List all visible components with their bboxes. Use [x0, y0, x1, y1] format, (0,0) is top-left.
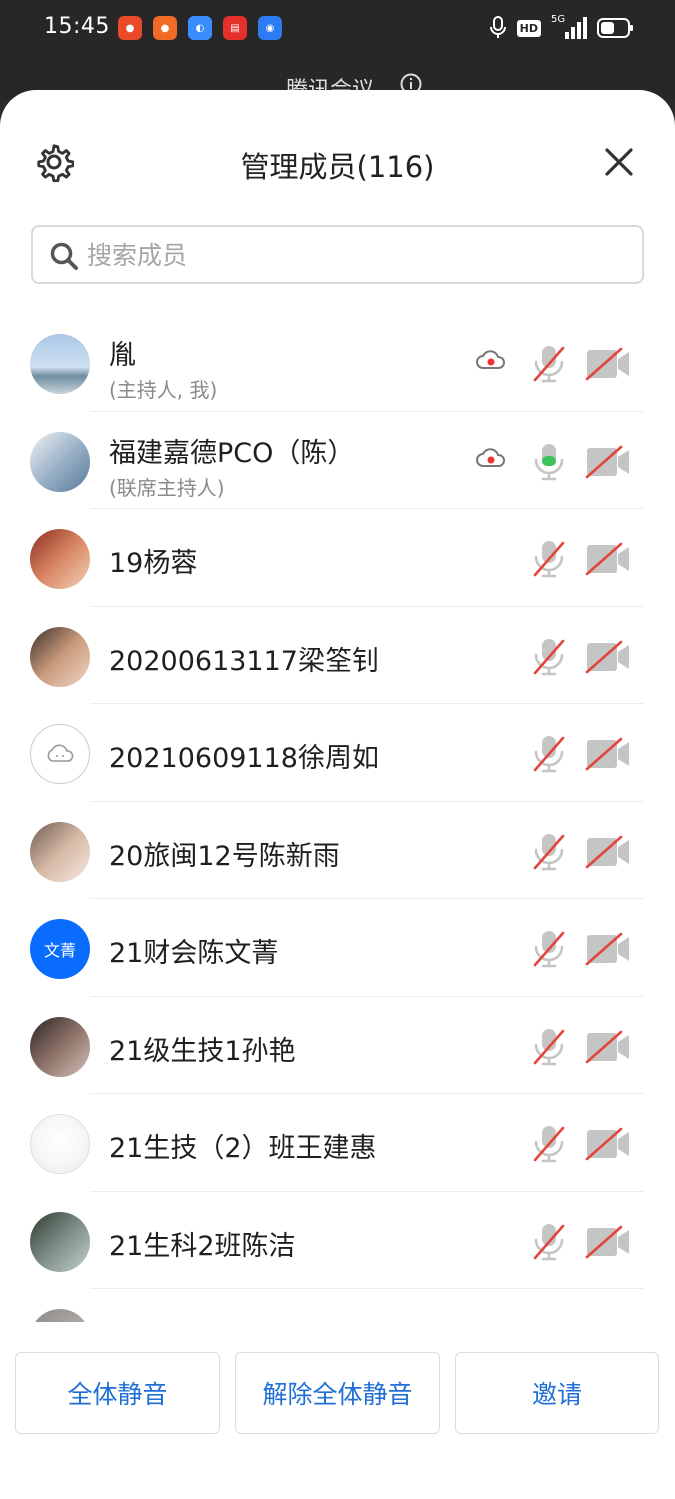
avatar-initials: 文菁 [43, 941, 76, 960]
camera-off-icon[interactable] [585, 737, 631, 771]
member-name: 20210609118徐周如 [109, 743, 379, 774]
search-input[interactable] [87, 235, 627, 275]
camera-off-icon[interactable] [585, 1127, 631, 1161]
camera-off-icon[interactable] [585, 445, 631, 479]
member-name: 21生技（2）班王建惠 [109, 1133, 377, 1164]
member-role: (联席主持人) [109, 475, 225, 500]
invite-button[interactable]: 邀请 [455, 1352, 659, 1434]
camera-off-icon[interactable] [585, 1030, 631, 1064]
camera-off-icon[interactable] [585, 542, 631, 576]
microphone-muted-icon[interactable] [531, 1027, 567, 1067]
member-name: 胤 [109, 340, 136, 371]
member-row[interactable]: 21级生技1孙艳 [0, 997, 675, 1094]
member-name: 21级生技1孙艳 [109, 1035, 296, 1067]
system-icons: HD 5G [489, 14, 635, 40]
member-avatar: 文菁 [30, 919, 90, 979]
microphone-status-icon [489, 16, 506, 38]
member-avatar [30, 1114, 90, 1174]
member-row-partial[interactable] [0, 1289, 675, 1322]
battery-icon [597, 18, 633, 38]
unmute-all-button[interactable]: 解除全体静音 [235, 1352, 440, 1434]
cloud-recording-icon [476, 447, 506, 468]
member-row[interactable]: 19杨蓉 [0, 509, 675, 607]
member-avatar [30, 334, 90, 394]
member-role: (主持人, 我) [109, 378, 218, 402]
member-name: 福建嘉德PCO（陈） [109, 437, 355, 469]
signal-5g-icon: 5G [551, 14, 587, 40]
member-avatar [30, 1211, 90, 1272]
member-row[interactable]: 文菁 21财会陈文菁 [0, 899, 675, 997]
news-notification-icon: ▤ [223, 16, 247, 40]
member-name: 21财会陈文菁 [109, 938, 279, 969]
manage-members-sheet: 管理成员(116) 胤 (主持人, 我) 福建嘉德PCO（陈） (联席主持人) 19杨蓉… [0, 90, 675, 1499]
camera-off-icon[interactable] [585, 347, 631, 381]
member-row[interactable]: 福建嘉德PCO（陈） (联席主持人) [0, 412, 675, 509]
member-row[interactable]: 胤 (主持人, 我) [0, 314, 675, 412]
member-list[interactable]: 胤 (主持人, 我) 福建嘉德PCO（陈） (联席主持人) 19杨蓉 2020061311… [0, 314, 675, 1322]
hd-badge-icon: HD [516, 19, 541, 37]
action-footer: 全体静音 解除全体静音 邀请 [0, 1322, 675, 1499]
member-name: 20旅闽12号陈新雨 [109, 840, 340, 872]
sheet-title: 管理成员(116) [240, 150, 435, 184]
app-notification-icon: ● [118, 16, 142, 40]
member-avatar [30, 724, 90, 784]
camera-off-icon[interactable] [585, 835, 631, 869]
member-row[interactable]: 20210609118徐周如 [0, 704, 675, 802]
microphone-muted-icon[interactable] [531, 832, 567, 872]
camera-off-icon[interactable] [585, 640, 631, 674]
member-avatar [30, 529, 90, 589]
member-row[interactable]: 20旅闽12号陈新雨 [0, 802, 675, 899]
camera-off-icon[interactable] [585, 1225, 631, 1259]
status-time: 15:45 [44, 14, 110, 39]
member-row[interactable]: 21生技（2）班王建惠 [0, 1094, 675, 1192]
microphone-muted-icon[interactable] [531, 1222, 567, 1262]
member-row[interactable]: 21生科2班陈洁 [0, 1192, 675, 1289]
member-avatar [30, 1309, 90, 1322]
notification-icons: ● ● ◐ ▤ ◉ [118, 16, 282, 40]
member-avatar [30, 821, 90, 882]
member-name: 21生科2班陈洁 [109, 1230, 296, 1262]
app-notification-icon: ● [153, 16, 177, 40]
microphone-muted-icon[interactable] [531, 637, 567, 677]
mute-all-button[interactable]: 全体静音 [15, 1352, 220, 1434]
sheet-header: 管理成员(116) [0, 90, 675, 230]
microphone-muted-icon[interactable] [531, 929, 567, 969]
search-icon [50, 242, 78, 270]
search-box[interactable] [31, 225, 644, 284]
member-name: 19杨蓉 [109, 548, 198, 579]
member-name: 20200613117梁筌钊 [109, 645, 379, 677]
member-avatar [30, 626, 90, 687]
microphone-on-icon[interactable] [531, 442, 567, 482]
cloud-recording-icon [476, 350, 506, 370]
status-bar: 15:45 ● ● ◐ ▤ ◉ HD 5G [0, 0, 675, 60]
microphone-muted-icon[interactable] [531, 1124, 567, 1164]
member-avatar [30, 1016, 90, 1077]
browser-notification-icon: ◐ [188, 16, 212, 40]
member-row[interactable]: 20200613117梁筌钊 [0, 607, 675, 704]
microphone-muted-icon[interactable] [531, 344, 567, 384]
member-avatar [30, 431, 90, 492]
default-avatar-cloud-icon [47, 744, 74, 762]
meeting-notification-icon: ◉ [258, 16, 282, 40]
microphone-muted-icon[interactable] [531, 539, 567, 579]
microphone-muted-icon[interactable] [531, 734, 567, 774]
camera-off-icon[interactable] [585, 932, 631, 966]
close-icon[interactable] [603, 146, 635, 178]
